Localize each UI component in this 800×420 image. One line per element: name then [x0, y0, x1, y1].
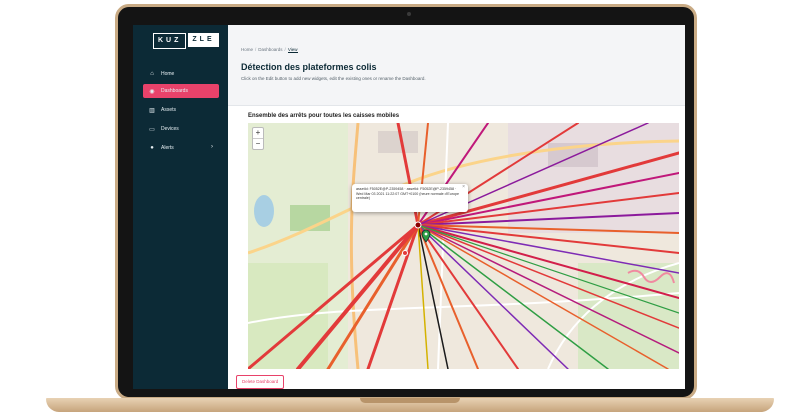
popup-text: assetId: F5052E@P-2359458 · assetId: F50… [356, 187, 459, 201]
breadcrumb-dashboards[interactable]: Dashboards [258, 47, 282, 52]
close-icon[interactable]: × [462, 185, 465, 190]
page-subtitle: Click on the Edit button to add new widg… [241, 76, 426, 81]
sidebar-item-label: Assets [161, 107, 177, 113]
sidebar-item-assets[interactable]: ▥ Assets [143, 103, 219, 117]
sidebar-item-label: Home [161, 71, 175, 77]
sidebar-item-label: Alerts [161, 145, 174, 151]
zoom-control: + − [252, 127, 264, 150]
sidebar-item-home[interactable]: ⌂ Home [143, 67, 219, 81]
chevron-right-icon[interactable]: › [211, 144, 213, 150]
map-canvas[interactable]: + − × assetId: F5052E@P-2359458 · assetI… [248, 123, 679, 369]
logo-left: KUZ [153, 33, 187, 49]
logo-right: ZLE [188, 33, 219, 47]
zoom-out-button[interactable]: − [253, 138, 263, 149]
delete-dashboard-button[interactable]: Delete Dashboard [236, 375, 285, 389]
breadcrumb-separator: / [284, 47, 286, 52]
zoom-in-button[interactable]: + [253, 128, 263, 138]
camera-icon [407, 12, 411, 16]
sidebar-item-alerts[interactable]: ● Alerts › [143, 141, 219, 155]
page-header: Home / Dashboards / View Détection des plate… [228, 25, 685, 106]
app-logo[interactable]: KUZ ZLE [153, 33, 219, 49]
map-widget: Ensemble des arrêts pour toutes les cais… [234, 107, 679, 369]
breadcrumb: Home / Dashboards / View [241, 47, 298, 53]
page-title: Détection des plateformes colis [241, 62, 377, 72]
sidebar-item-devices[interactable]: ▭ Devices [143, 122, 219, 136]
marker-popup: × assetId: F5052E@P-2359458 · assetId: F… [352, 184, 468, 212]
sidebar-item-dashboards[interactable]: ◉ Dashboards [143, 84, 219, 98]
devices-icon: ▭ [149, 126, 155, 133]
laptop-notch [360, 398, 460, 403]
breadcrumb-view: View [287, 47, 298, 53]
assets-icon: ▥ [149, 107, 155, 114]
breadcrumb-home[interactable]: Home [241, 47, 253, 52]
home-icon: ⌂ [150, 71, 154, 77]
dashboard-icon: ◉ [149, 88, 155, 95]
widget-title: Ensemble des arrêts pour toutes les cais… [248, 113, 400, 119]
breadcrumb-separator: / [255, 47, 257, 52]
screen: KUZ ZLE ⌂ Home ◉ Dashboards ▥ Assets ▭ D… [133, 25, 685, 389]
main-content: Home / Dashboards / View Détection des plate… [228, 25, 685, 389]
map-layer [248, 123, 679, 369]
sidebar-item-label: Devices [161, 126, 179, 132]
sidebar-item-label: Dashboards [161, 88, 188, 94]
alert-icon: ● [150, 145, 154, 151]
sidebar: KUZ ZLE ⌂ Home ◉ Dashboards ▥ Assets ▭ D… [133, 25, 228, 389]
